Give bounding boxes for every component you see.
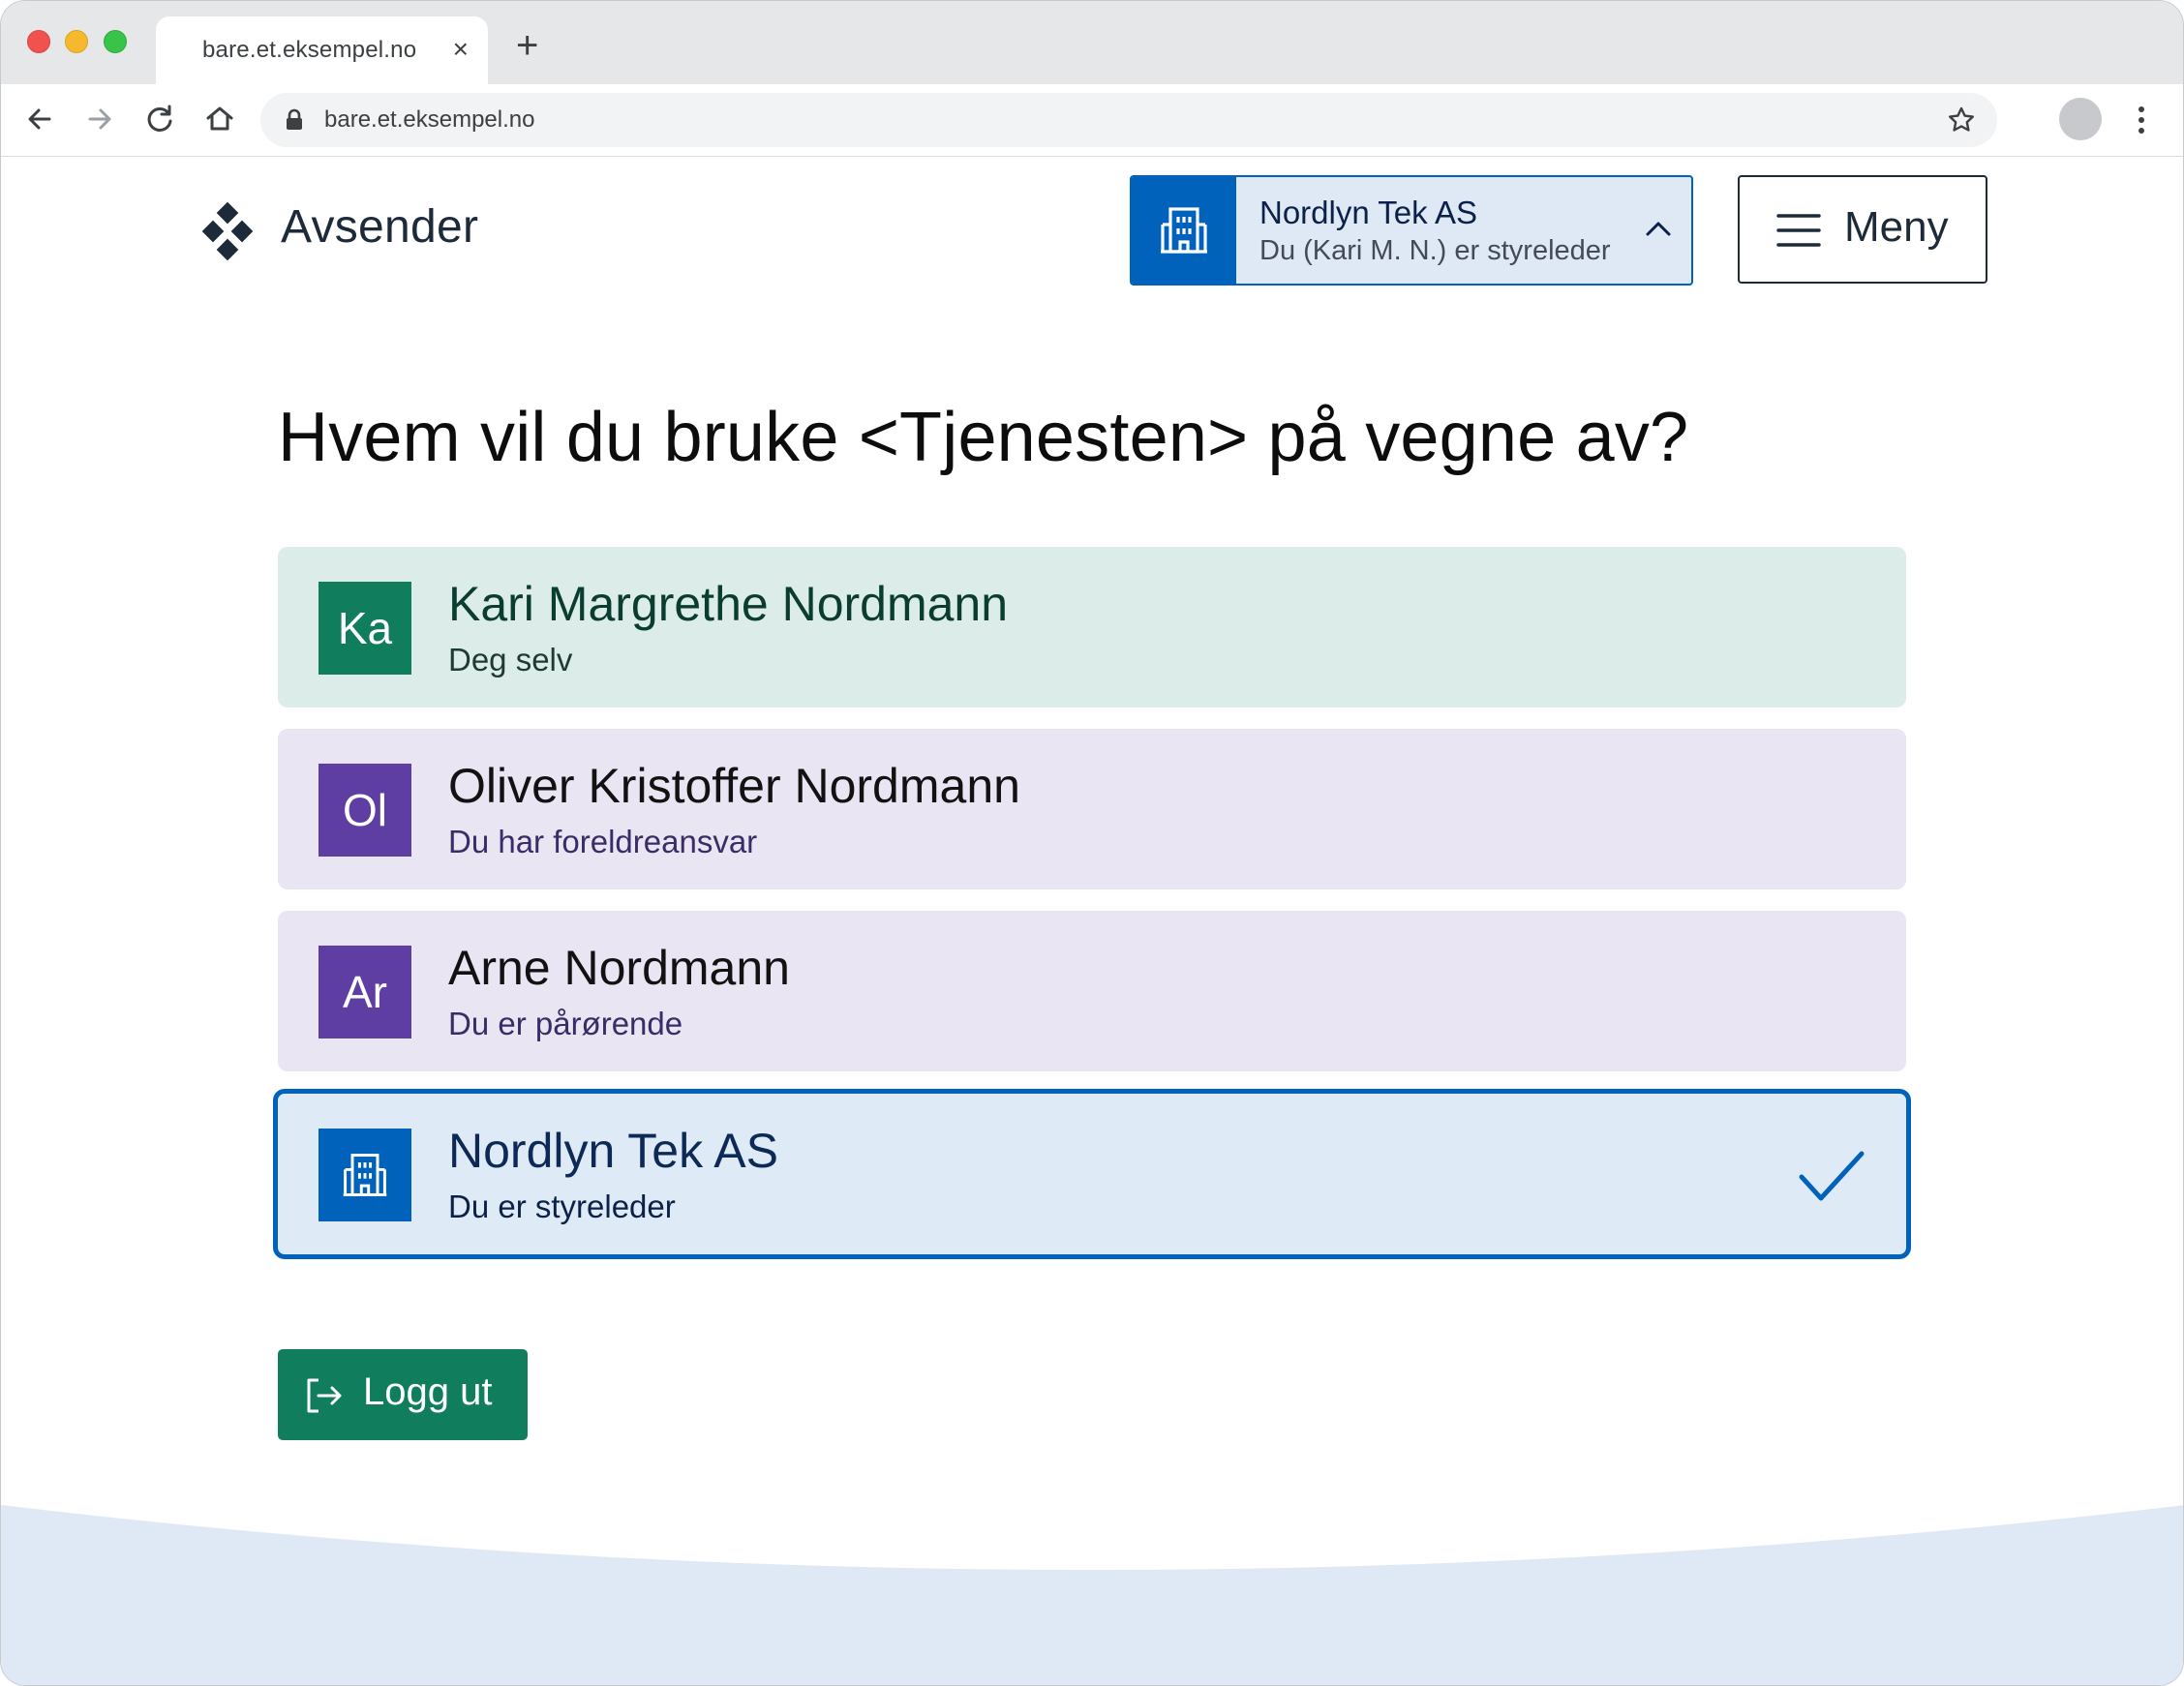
browser-toolbar: bare.et.eksempel.no [1, 84, 2183, 157]
home-icon[interactable] [202, 102, 237, 136]
option-relation: Deg selv [448, 642, 573, 677]
building-icon [1161, 207, 1207, 254]
url-text[interactable]: bare.et.eksempel.no [324, 106, 534, 134]
option-oliver[interactable]: Ol Oliver Kristoffer Nordmann Du har for… [278, 729, 1906, 889]
address-bar[interactable]: bare.et.eksempel.no [260, 93, 1997, 147]
tab-close-icon[interactable]: × [453, 36, 469, 63]
profile-avatar[interactable] [2059, 98, 2102, 140]
tab-title: bare.et.eksempel.no [202, 37, 417, 63]
browser-window: bare.et.eksempel.no × + bare.et.eksempel… [0, 0, 2184, 1686]
close-window-button[interactable] [27, 30, 50, 53]
tab-strip: bare.et.eksempel.no × + [1, 1, 2183, 84]
option-arne[interactable]: Ar Arne Nordmann Du er pårørende [278, 911, 1906, 1071]
chevron-up-icon [1646, 222, 1671, 236]
hamburger-icon [1776, 214, 1821, 247]
logo-icon [201, 202, 254, 260]
page-title: Hvem vil du bruke <Tjenesten> på vegne a… [278, 399, 1689, 476]
decorative-wave [1, 1505, 2183, 1685]
logout-button[interactable]: Logg ut [278, 1349, 528, 1440]
menu-label: Meny [1844, 203, 1949, 251]
option-relation: Du har foreldreansvar [448, 824, 758, 859]
forward-icon[interactable] [82, 102, 117, 136]
logout-label: Logg ut [363, 1370, 493, 1413]
account-name: Nordlyn Tek AS [1259, 195, 1478, 230]
account-icon-box [1132, 177, 1236, 284]
avatar: Ka [318, 582, 411, 675]
reload-icon[interactable] [142, 102, 177, 136]
kebab-icon[interactable] [2127, 104, 2156, 136]
minimize-window-button[interactable] [65, 30, 88, 53]
avatar [318, 1129, 411, 1221]
checkmark-icon [1799, 1151, 1865, 1201]
star-icon[interactable] [1947, 105, 1976, 135]
logout-icon [307, 1378, 342, 1413]
back-icon[interactable] [22, 102, 57, 136]
option-relation: Du er pårørende [448, 1006, 683, 1041]
option-kari[interactable]: Ka Kari Margrethe Nordmann Deg selv [278, 547, 1906, 708]
option-relation: Du er styreleder [448, 1189, 676, 1224]
avatar: Ol [318, 764, 411, 857]
option-nordlyn-tek[interactable]: Nordlyn Tek AS Du er styreleder [273, 1089, 1911, 1259]
brand-name[interactable]: Avsender [281, 200, 478, 254]
avatar: Ar [318, 946, 411, 1039]
option-name: Kari Margrethe Nordmann [448, 577, 1009, 631]
menu-button[interactable]: Meny [1738, 175, 1987, 284]
lock-icon [287, 108, 302, 130]
account-switcher[interactable]: Nordlyn Tek AS Du (Kari M. N.) er styrel… [1130, 175, 1693, 286]
browser-tab[interactable]: bare.et.eksempel.no × [156, 16, 488, 84]
option-name: Oliver Kristoffer Nordmann [448, 759, 1020, 813]
building-icon [343, 1154, 387, 1196]
option-name: Arne Nordmann [448, 941, 790, 995]
maximize-window-button[interactable] [104, 30, 127, 53]
account-role: Du (Kari M. N.) er styreleder [1259, 235, 1611, 266]
option-name: Nordlyn Tek AS [448, 1124, 778, 1178]
new-tab-button[interactable]: + [516, 26, 538, 65]
